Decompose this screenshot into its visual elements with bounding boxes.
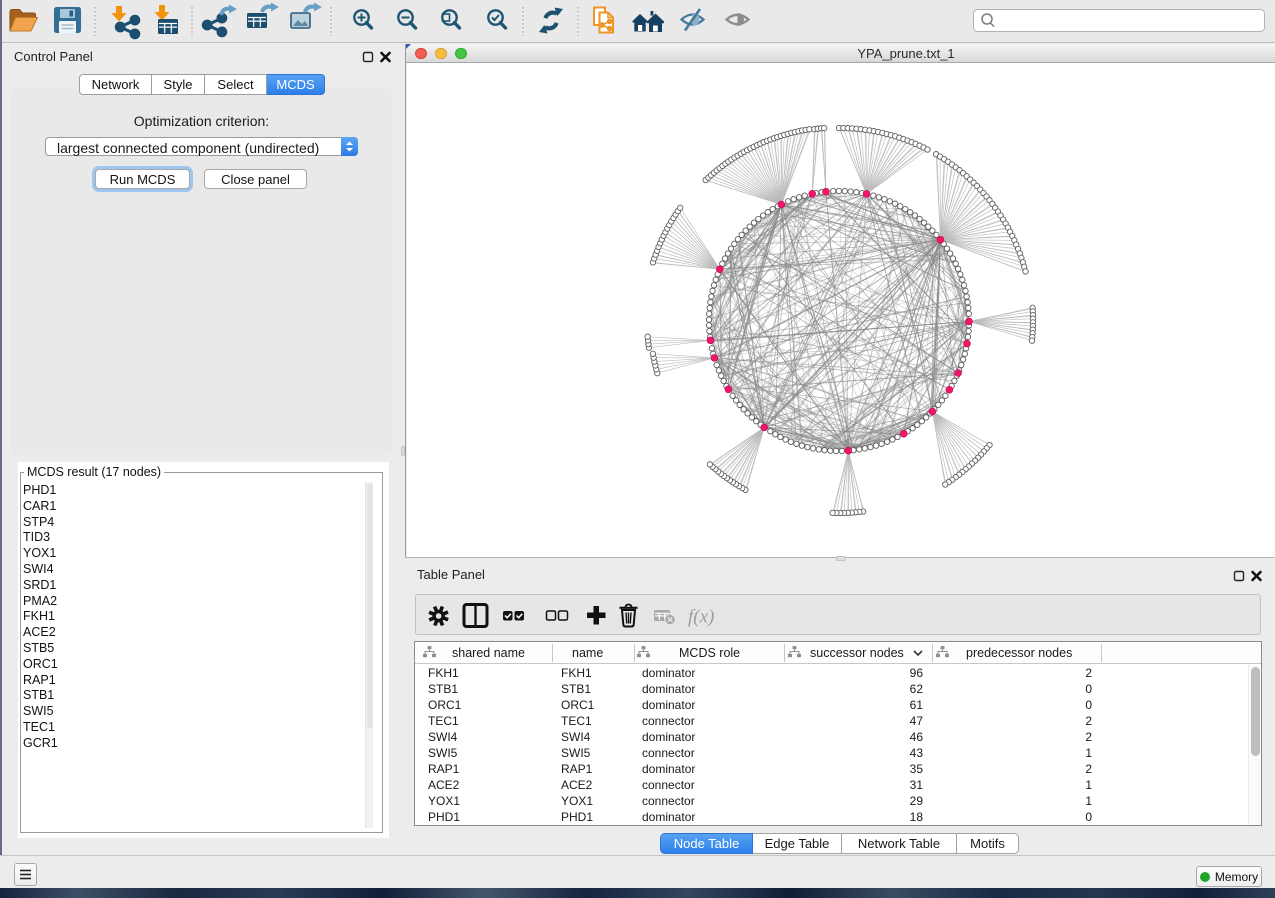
svg-text:f(x): f(x) (688, 607, 714, 628)
